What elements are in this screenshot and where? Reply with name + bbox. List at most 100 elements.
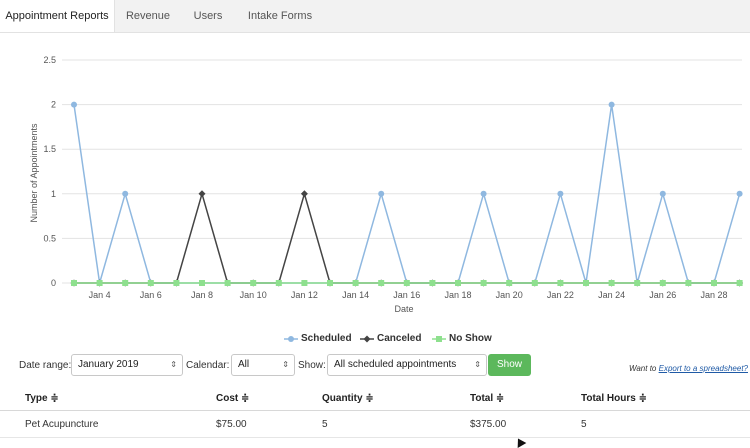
y-tick-label: 0.5 — [43, 233, 56, 243]
y-tick-label: 2.5 — [43, 55, 56, 65]
y-tick-label: 0 — [51, 278, 56, 288]
legend-item-no-show[interactable]: No Show — [432, 333, 492, 344]
data-point[interactable] — [122, 190, 129, 197]
data-point[interactable] — [685, 280, 692, 286]
data-point[interactable] — [608, 280, 615, 286]
data-point[interactable] — [506, 280, 513, 286]
column-header-total-hours[interactable]: Total Hours ≑ — [581, 393, 647, 404]
export-spreadsheet-link[interactable]: Export to a spreadsheet? — [659, 364, 748, 373]
select-arrow-icon: ⇕ — [474, 360, 481, 369]
table-header-row: Type ≑ Cost ≑ Quantity ≑ Total ≑ Total H… — [0, 386, 750, 411]
data-point[interactable] — [531, 280, 538, 286]
data-point[interactable] — [147, 280, 154, 286]
table-row: Pet Acupuncture $75.00 5 $375.00 5 — [0, 411, 750, 438]
data-point[interactable] — [557, 190, 564, 197]
scheduled-marker-icon — [284, 335, 298, 342]
x-tick-label: Jan 24 — [598, 290, 625, 300]
cell-type: Pet Acupuncture — [25, 419, 99, 430]
x-tick-label: Jan 16 — [393, 290, 420, 300]
data-point[interactable] — [480, 190, 487, 197]
date-range-label: Date range: — [19, 360, 72, 371]
tab-users[interactable]: Users — [180, 0, 236, 32]
data-point[interactable] — [659, 280, 666, 286]
data-point[interactable] — [634, 280, 641, 286]
column-header-type[interactable]: Type ≑ — [25, 393, 59, 404]
legend-label-canceled: Canceled — [377, 333, 422, 344]
x-tick-label: Jan 6 — [140, 290, 162, 300]
y-tick-label: 1 — [51, 189, 56, 199]
data-point[interactable] — [224, 280, 231, 286]
x-axis-label: Date — [394, 304, 413, 314]
calendar-select[interactable]: All ⇕ — [231, 354, 295, 376]
no-show-marker-icon — [432, 335, 446, 342]
column-header-total[interactable]: Total ≑ — [470, 393, 504, 404]
data-point[interactable] — [96, 280, 103, 286]
tab-intake-forms[interactable]: Intake Forms — [240, 0, 320, 32]
show-select[interactable]: All scheduled appointments ⇕ — [327, 354, 487, 376]
select-arrow-icon: ⇕ — [170, 360, 177, 369]
y-tick-label: 2 — [51, 100, 56, 110]
date-range-select[interactable]: January 2019 ⇕ — [71, 354, 183, 376]
calendar-value: All — [238, 359, 250, 370]
data-point[interactable] — [199, 280, 205, 286]
cell-total-hours: 5 — [581, 419, 587, 430]
data-point[interactable] — [403, 280, 410, 286]
data-point[interactable] — [736, 280, 743, 286]
y-tick-label: 1.5 — [43, 144, 56, 154]
report-controls: Date range: January 2019 ⇕ Calendar: All… — [0, 354, 750, 378]
canceled-marker-icon — [360, 335, 374, 342]
tab-appointment-reports[interactable]: Appointment Reports — [0, 0, 115, 32]
x-tick-label: Jan 18 — [444, 290, 471, 300]
data-point[interactable] — [583, 280, 589, 286]
data-point[interactable] — [711, 280, 717, 286]
data-point[interactable] — [352, 280, 359, 286]
show-label: Show: — [298, 360, 326, 371]
data-point[interactable] — [300, 190, 308, 198]
x-tick-label: Jan 12 — [291, 290, 318, 300]
data-point[interactable] — [429, 280, 436, 286]
x-tick-label: Jan 28 — [700, 290, 727, 300]
data-point[interactable] — [173, 280, 180, 286]
data-point[interactable] — [378, 190, 385, 197]
show-button[interactable]: Show — [488, 354, 531, 376]
appointments-chart: 0 0.5 1 1.5 2 2.5 Jan 4 Jan 6 Jan 8 Jan 10 Jan 12… — [29, 55, 744, 314]
y-axis-ticks: 0 0.5 1 1.5 2 2.5 — [43, 55, 56, 288]
data-point[interactable] — [378, 280, 385, 286]
calendar-label: Calendar: — [186, 360, 230, 371]
data-point[interactable] — [71, 101, 77, 108]
x-tick-label: Jan 8 — [191, 290, 213, 300]
data-point[interactable] — [480, 280, 487, 286]
data-point[interactable] — [301, 280, 308, 286]
data-point[interactable] — [250, 280, 257, 286]
chart-grid — [62, 59, 742, 284]
data-point[interactable] — [327, 280, 333, 286]
x-tick-label: Jan 26 — [649, 290, 676, 300]
data-point[interactable] — [122, 280, 129, 286]
show-value: All scheduled appointments — [334, 359, 457, 370]
legend-item-scheduled[interactable]: Scheduled — [284, 333, 352, 344]
tab-revenue[interactable]: Revenue — [118, 0, 178, 32]
data-point[interactable] — [557, 280, 564, 286]
column-header-quantity[interactable]: Quantity ≑ — [322, 393, 374, 404]
data-point[interactable] — [608, 101, 615, 108]
x-tick-label: Jan 20 — [496, 290, 523, 300]
x-axis-ticks: Jan 4 Jan 6 Jan 8 Jan 10 Jan 12 Jan 14 Jan 16 J… — [89, 290, 728, 300]
data-point[interactable] — [198, 190, 206, 198]
report-tabs: Appointment Reports Revenue Users Intake… — [0, 0, 750, 33]
cell-quantity: 5 — [322, 419, 328, 430]
data-point[interactable] — [71, 280, 77, 286]
cell-total: $375.00 — [470, 419, 507, 430]
data-point[interactable] — [659, 190, 666, 197]
data-point[interactable] — [275, 280, 282, 286]
x-tick-label: Jan 22 — [547, 290, 574, 300]
export-hint: Want to Export to a spreadsheet? — [629, 364, 748, 373]
series-no-show — [71, 280, 743, 286]
date-range-value: January 2019 — [78, 359, 139, 370]
select-arrow-icon: ⇕ — [282, 360, 289, 369]
data-point[interactable] — [455, 280, 461, 286]
legend-label-no-show: No Show — [449, 333, 492, 344]
data-point[interactable] — [736, 190, 743, 197]
chart-legend: Scheduled Canceled No Show — [0, 333, 750, 347]
column-header-cost[interactable]: Cost ≑ — [216, 393, 249, 404]
legend-item-canceled[interactable]: Canceled — [360, 333, 421, 344]
